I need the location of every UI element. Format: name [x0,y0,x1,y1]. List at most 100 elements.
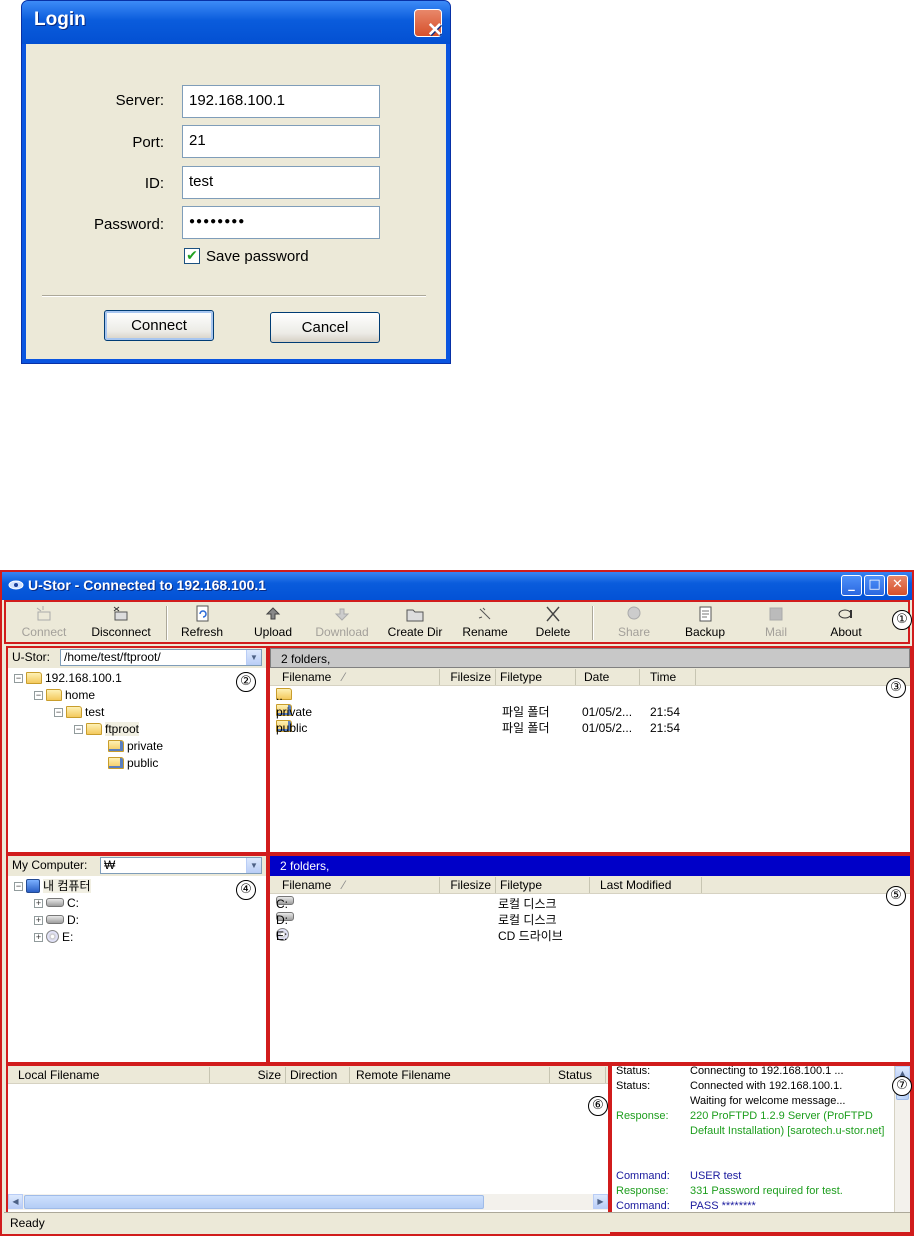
column-header-size[interactable]: Size [210,1067,286,1083]
tree-node[interactable]: − test [54,704,104,720]
local-list-header: Filename ⁄ Filesize Filetype Last Modifi… [270,876,910,894]
column-header-date[interactable]: Date [576,669,640,685]
collapse-icon[interactable]: − [14,674,23,683]
column-header-filetype[interactable]: Filetype [496,669,576,685]
list-item[interactable]: E: CD 드라이브 [270,928,910,944]
expand-icon[interactable]: + [34,899,43,908]
annotation-4: ④ [236,880,256,900]
toolbar-about-button[interactable]: About [818,604,874,642]
list-item[interactable]: C: 로컬 디스크 [270,896,910,912]
log-entry: Command: USER test [616,1170,742,1182]
collapse-icon[interactable]: − [74,725,83,734]
chevron-down-icon[interactable]: ▼ [246,858,261,873]
remote-path-combo[interactable]: /home/test/ftproot/ ▼ [60,649,262,666]
column-header-filename[interactable]: Filename ⁄ [270,669,440,685]
file-type: CD 드라이브 [498,929,563,943]
list-item[interactable]: public 파일 폴더 01/05/2... 21:54 [270,720,910,736]
tree-node[interactable]: − 192.168.100.1 [14,670,122,686]
collapse-icon[interactable]: − [54,708,63,717]
tree-node[interactable]: + D: [34,912,79,928]
annotation-7: ⑦ [892,1076,912,1096]
column-header-filetype[interactable]: Filetype [496,877,590,893]
toolbar-rename-button[interactable]: Rename [456,604,514,642]
login-body: Server: 192.168.100.1 Port: 21 ID: test … [26,44,446,359]
list-item[interactable]: private 파일 폴더 01/05/2... 21:54 [270,704,910,720]
maximize-button[interactable]: □ [864,575,885,596]
close-button[interactable]: ✕ [887,575,908,596]
tree-node[interactable]: − ftproot [74,721,140,737]
cancel-button[interactable]: Cancel [270,312,380,343]
scroll-left-icon[interactable]: ◀ [8,1194,23,1209]
toolbar-refresh-button[interactable]: Refresh [172,604,232,642]
toolbar-delete-button[interactable]: Delete [524,604,582,642]
expand-icon[interactable]: + [34,933,43,942]
column-header-local-filename[interactable]: Local Filename [8,1067,210,1083]
toolbar-connect-button[interactable]: Connect [14,604,74,642]
login-title-bar: Login ✕ [22,1,450,44]
toolbar-disconnect-button[interactable]: Disconnect [82,604,160,642]
list-item[interactable]: D: 로컬 디스크 [270,912,910,928]
column-header-remote-filename[interactable]: Remote Filename [350,1067,550,1083]
login-close-button[interactable]: ✕ [414,9,443,41]
status-text: Ready [10,1216,45,1230]
queue-horizontal-scrollbar[interactable]: ◀ ▶ [8,1194,608,1210]
shared-folder-icon [108,740,124,752]
file-name: E: [276,929,288,943]
list-item[interactable]: .. [270,688,910,704]
expand-icon[interactable]: + [34,916,43,925]
minimize-button[interactable]: _ [841,575,862,596]
rename-icon [478,607,491,620]
port-input[interactable]: 21 [182,125,380,158]
toolbar-share-button[interactable]: Share [604,604,664,642]
column-header-direction[interactable]: Direction [286,1067,350,1083]
toolbar-create-dir-button[interactable]: Create Dir [382,604,448,642]
collapse-icon[interactable]: − [34,691,43,700]
shared-folder-icon [108,757,124,769]
connect-button[interactable]: Connect [104,310,214,341]
toolbar: Connect Disconnect Refresh Upload Downlo… [4,600,912,644]
share-icon [627,606,641,620]
server-input[interactable]: 192.168.100.1 [182,85,380,118]
scrollbar-thumb[interactable] [24,1195,484,1209]
collapse-icon[interactable]: − [14,882,23,891]
log-entry: Status: Connecting to 192.168.100.1 ... [616,1066,844,1077]
file-type: 파일 폴더 [502,705,550,719]
save-password-checkbox[interactable]: ✔ [184,248,200,264]
scroll-right-icon[interactable]: ▶ [593,1194,608,1209]
toolbar-mail-button[interactable]: Mail [748,604,804,642]
tree-node[interactable]: + C: [34,895,79,911]
toolbar-separator [592,606,594,640]
tree-node[interactable]: − home [34,687,95,703]
column-header-filesize[interactable]: Filesize [440,877,496,893]
tree-node[interactable]: − 내 컴퓨터 [14,878,91,894]
minimize-icon: _ [848,577,855,592]
save-password-label[interactable]: Save password [206,248,309,265]
toolbar-backup-button[interactable]: Backup [676,604,734,642]
folder-icon [46,689,62,701]
tree-node-label: E: [62,930,74,944]
local-path-combo[interactable]: ₩ ▼ [100,857,262,874]
annotation-6: ⑥ [588,1096,608,1116]
connect-icon [36,606,51,621]
tree-node[interactable]: + E: [34,929,73,945]
log-entry: Response: 220 ProFTPD 1.2.9 Server (ProFT… [616,1110,885,1137]
tree-node[interactable]: public [108,755,158,771]
password-input[interactable]: ●●●●●●●● [182,206,380,239]
column-header-time[interactable]: Time [640,669,696,685]
chevron-down-icon[interactable]: ▼ [246,650,261,665]
toolbar-upload-button[interactable]: Upload [244,604,302,642]
tree-node-label: 내 컴퓨터 [43,879,91,893]
folder-icon [86,723,102,735]
file-type: 로컬 디스크 [498,913,557,927]
column-header-filesize[interactable]: Filesize [440,669,496,685]
app-logo-icon [8,580,24,590]
column-header-last-modified[interactable]: Last Modified [590,877,702,893]
toolbar-download-button[interactable]: Download [310,604,374,642]
column-header-status[interactable]: Status [550,1067,606,1083]
create-dir-icon [406,609,424,622]
backup-icon [699,606,712,622]
id-input[interactable]: test [182,166,380,199]
file-name: C: [276,897,288,911]
tree-node[interactable]: private [108,738,163,754]
column-header-filename[interactable]: Filename ⁄ [270,877,440,893]
